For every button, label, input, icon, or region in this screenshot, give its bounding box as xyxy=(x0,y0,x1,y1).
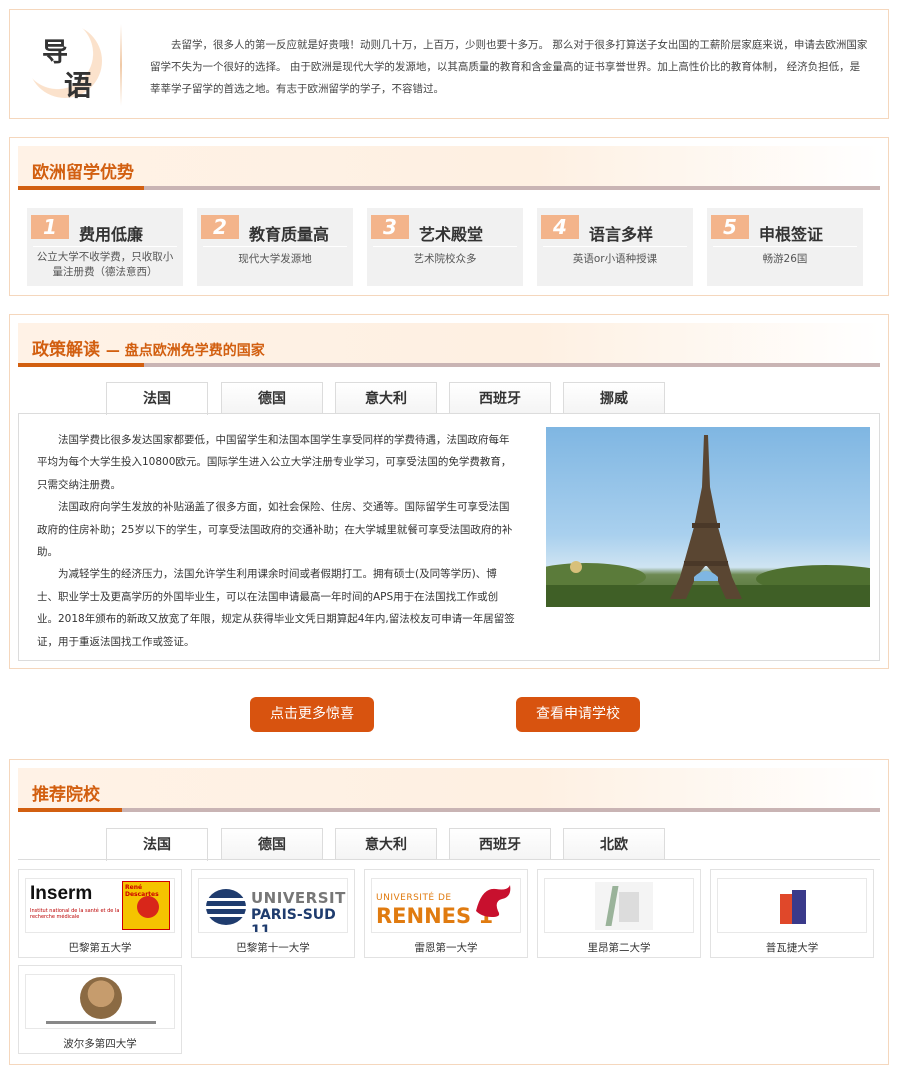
eiffel-tower-icon xyxy=(546,435,870,607)
advantage-desc: 畅游26国 xyxy=(762,253,808,265)
school-card[interactable]: UNIVERSITÉ DE RENNES 1 雷恩第一大学 xyxy=(364,869,528,958)
eiffel-tower-photo xyxy=(546,427,870,607)
section-underline xyxy=(18,363,880,367)
advantage-card: 4 语言多样 英语or小语种授课 xyxy=(537,208,693,286)
tab-france[interactable]: 法国 xyxy=(106,382,208,415)
tab-nordic[interactable]: 北欧 xyxy=(563,828,665,860)
dragon-logo-icon xyxy=(476,885,511,917)
policy-paragraph: 法国政府向学生发放的补贴涵盖了很多方面，如社会保险、住房、交通等。国际留学生可享… xyxy=(37,501,513,559)
logo-text: UNIVERSITÉ DE xyxy=(376,893,452,903)
advantage-card: 5 申根签证 畅游26国 xyxy=(707,208,863,286)
more-surprises-button[interactable]: 点击更多惊喜 xyxy=(250,697,374,732)
schools-header: 推荐院校 xyxy=(18,768,880,810)
school-card[interactable]: 波尔多第四大学 xyxy=(18,965,182,1054)
intro-divider xyxy=(120,24,122,106)
logo-subtext: Institut national de la santé et de la r… xyxy=(30,908,120,920)
badge-char-2: 语 xyxy=(64,69,93,102)
intro-text: 去留学，很多人的第一反应就是好贵哦！动则几十万，上百万，少则也要十多万。 那么对… xyxy=(150,39,868,95)
paris-sud-logo-icon xyxy=(205,889,247,925)
advantage-name: 申根签证 xyxy=(759,225,824,244)
school-card[interactable]: 普瓦捷大学 xyxy=(710,869,874,958)
tab-france[interactable]: 法国 xyxy=(106,828,208,861)
advantage-number: 4 xyxy=(541,215,579,239)
university-logo xyxy=(717,878,867,933)
school-card[interactable]: 里昂第二大学 xyxy=(537,869,701,958)
advantages-title: 欧洲留学优势 xyxy=(32,163,134,183)
logo-text: UNIVERSITÉ xyxy=(251,889,348,907)
intro-badge: 导 语 xyxy=(28,20,102,110)
advantage-card: 2 教育质量高 现代大学发源地 xyxy=(197,208,353,286)
school-card[interactable]: Inserm Institut national de la santé et … xyxy=(18,869,182,958)
tab-germany[interactable]: 德国 xyxy=(221,382,323,414)
tab-spain[interactable]: 西班牙 xyxy=(449,382,551,414)
policy-title: 政策解读 — 盘点欧洲免学费的国家 xyxy=(32,335,265,360)
university-logo: UNIVERSITÉ DE RENNES 1 xyxy=(371,878,521,933)
advantage-number: 1 xyxy=(31,215,69,239)
schools-title: 推荐院校 xyxy=(32,785,100,805)
policy-panel: 政策解读 — 盘点欧洲免学费的国家 法国 德国 意大利 西班牙 挪威 法国学费比… xyxy=(9,314,889,669)
advantage-card: 3 艺术殿堂 艺术院校众多 xyxy=(367,208,523,286)
logo-subtext: PARIS-SUD 11 xyxy=(251,907,336,933)
advantages-header: 欧洲留学优势 xyxy=(18,146,880,188)
policy-paragraph: 为减轻学生的经济压力，法国允许学生利用课余时间或者假期打工。拥有硕士(及同等学历… xyxy=(37,568,515,648)
tab-spain[interactable]: 西班牙 xyxy=(449,828,551,860)
school-name: 巴黎第五大学 xyxy=(68,942,132,954)
tab-italy[interactable]: 意大利 xyxy=(335,382,437,414)
school-name: 雷恩第一大学 xyxy=(414,942,478,954)
advantage-desc: 艺术院校众多 xyxy=(413,253,477,265)
policy-subtitle: — 盘点欧洲免学费的国家 xyxy=(105,343,265,359)
intro-panel: 导 语 去留学，很多人的第一反应就是好贵哦！动则几十万，上百万，少则也要十多万。… xyxy=(9,9,889,119)
school-name: 里昂第二大学 xyxy=(587,942,651,954)
advantage-number: 5 xyxy=(711,215,749,239)
advantage-desc: 现代大学发源地 xyxy=(238,253,312,265)
bordeaux4-logo-icon xyxy=(80,977,122,1019)
poitiers-logo-icon xyxy=(778,882,808,930)
advantage-number: 3 xyxy=(371,215,409,239)
school-name: 巴黎第十一大学 xyxy=(236,942,310,954)
lyon2-logo-icon xyxy=(595,882,653,930)
view-schools-button[interactable]: 查看申请学校 xyxy=(516,697,640,732)
university-logo xyxy=(25,974,175,1029)
section-underline xyxy=(18,808,880,812)
university-logo: Inserm Institut national de la santé et … xyxy=(25,878,175,933)
school-name: 波尔多第四大学 xyxy=(63,1038,137,1050)
policy-content: 法国学费比很多发达国家都要低，中国留学生和法国本国学生享受同样的学费待遇，法国政… xyxy=(18,413,880,661)
advantage-name: 艺术殿堂 xyxy=(419,225,484,244)
advantage-desc: 公立大学不收学费，只收取小量注册费（德法意西） xyxy=(36,251,174,278)
school-card[interactable]: UNIVERSITÉ PARIS-SUD 11 巴黎第十一大学 xyxy=(191,869,355,958)
tab-baseline xyxy=(18,859,880,860)
policy-title-main: 政策解读 xyxy=(32,340,100,360)
school-name: 普瓦捷大学 xyxy=(765,942,819,954)
logo-text: Inserm xyxy=(30,883,93,904)
advantages-panel: 欧洲留学优势 1 费用低廉 公立大学不收学费，只收取小量注册费（德法意西） 2 … xyxy=(9,137,889,296)
advantage-card: 1 费用低廉 公立大学不收学费，只收取小量注册费（德法意西） xyxy=(27,208,183,286)
policy-text: 法国学费比很多发达国家都要低，中国留学生和法国本国学生享受同样的学费待遇，法国政… xyxy=(37,429,517,653)
tab-germany[interactable]: 德国 xyxy=(221,828,323,860)
advantage-name: 教育质量高 xyxy=(249,225,330,244)
advantage-number: 2 xyxy=(201,215,239,239)
policy-header: 政策解读 — 盘点欧洲免学费的国家 xyxy=(18,323,880,365)
university-logo: UNIVERSITÉ PARIS-SUD 11 xyxy=(198,878,348,933)
descartes-logo-icon: René Descartes xyxy=(122,881,170,930)
tab-norway[interactable]: 挪威 xyxy=(563,382,665,414)
tab-italy[interactable]: 意大利 xyxy=(335,828,437,860)
university-logo xyxy=(544,878,694,933)
advantage-name: 语言多样 xyxy=(589,225,654,244)
policy-paragraph: 法国学费比很多发达国家都要低，中国留学生和法国本国学生享受同样的学费待遇，法国政… xyxy=(37,434,512,491)
advantage-name: 费用低廉 xyxy=(79,225,144,244)
advantage-desc: 英语or小语种授课 xyxy=(572,253,658,265)
schools-panel: 推荐院校 法国 德国 意大利 西班牙 北欧 Inserm Institut na… xyxy=(9,759,889,1065)
section-underline xyxy=(18,186,880,190)
